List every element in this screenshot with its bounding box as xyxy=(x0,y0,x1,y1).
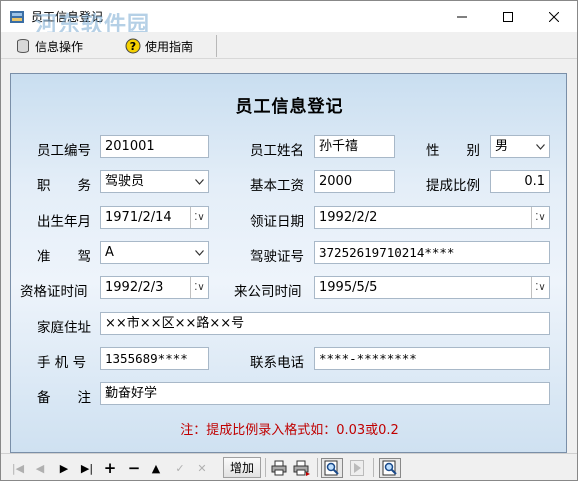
qualification-date-value: 1992/2/3 xyxy=(105,280,164,295)
employee-form-panel: 员工信息登记 员工编号 201001 员工姓名 孙千禧 性 别 男 职 务 驾驶… xyxy=(10,73,567,453)
birth-date-picker[interactable]: 1971/2/14 ⁚∨ xyxy=(100,206,209,229)
commission-rate-input[interactable]: 0.1 xyxy=(490,170,550,193)
join-date-picker[interactable]: 1995/5/5 ⁚∨ xyxy=(314,276,550,299)
label-license-class: 准 驾 xyxy=(37,249,91,265)
toolbar-separator xyxy=(265,458,266,477)
form-title: 员工信息登记 xyxy=(235,97,344,117)
preview-icon[interactable] xyxy=(321,458,343,478)
delete-record-icon[interactable]: − xyxy=(125,458,143,478)
menu-user-guide[interactable]: ? 使用指南 xyxy=(125,36,193,56)
label-address: 家庭住址 xyxy=(37,320,91,336)
label-mobile: 手 机 号 xyxy=(37,355,87,371)
last-record-icon[interactable]: ▶| xyxy=(77,458,97,478)
label-join-date: 来公司时间 xyxy=(234,284,302,300)
name-input[interactable]: 孙千禧 xyxy=(314,135,395,158)
menu-user-guide-label: 使用指南 xyxy=(145,39,194,54)
label-license-no: 驾驶证号 xyxy=(250,249,304,265)
birth-date-value: 1971/2/14 xyxy=(105,210,172,225)
prev-record-icon[interactable]: ◀ xyxy=(31,458,49,478)
date-spinner-icon[interactable]: ⁚∨ xyxy=(190,207,208,228)
minimize-button[interactable] xyxy=(439,1,485,32)
first-record-icon[interactable]: |◀ xyxy=(9,458,27,478)
date-spinner-icon[interactable]: ⁚∨ xyxy=(190,277,208,298)
label-license-date: 领证日期 xyxy=(250,214,304,230)
chevron-down-icon[interactable] xyxy=(190,242,208,263)
license-class-value: A xyxy=(105,245,114,260)
menu-separator xyxy=(216,35,217,57)
help-icon: ? xyxy=(125,38,141,54)
insert-record-icon[interactable]: + xyxy=(101,458,119,478)
base-salary-input[interactable]: 2000 xyxy=(314,170,395,193)
search-icon[interactable] xyxy=(379,458,401,478)
toolbar-separator xyxy=(373,458,374,477)
label-gender: 性 别 xyxy=(426,143,480,159)
toolbar-separator xyxy=(317,458,318,477)
menu-info-operations-label: 信息操作 xyxy=(35,39,84,54)
close-button[interactable] xyxy=(531,1,577,32)
label-name: 员工姓名 xyxy=(250,143,304,159)
emp-no-input[interactable]: 201001 xyxy=(100,135,209,158)
mobile-input[interactable]: 1355689**** xyxy=(100,347,209,370)
label-remark: 备 注 xyxy=(37,390,91,406)
window-title: 员工信息登记 xyxy=(31,10,104,24)
label-position: 职 务 xyxy=(37,178,91,194)
app-icon xyxy=(10,11,24,23)
app-window: 员工信息登记 河东软件园 www.pc0359.cn 信息操作 ? 使用指南 xyxy=(0,0,578,481)
title-bar: 员工信息登记 xyxy=(1,1,577,32)
next-record-icon[interactable]: ▶ xyxy=(55,458,73,478)
license-no-input[interactable]: 37252619710214**** xyxy=(314,241,550,264)
print-setup-icon[interactable] xyxy=(291,458,313,478)
cancel-record-icon[interactable]: ✕ xyxy=(193,458,211,478)
license-class-select[interactable]: A xyxy=(100,241,209,264)
join-date-value: 1995/5/5 xyxy=(319,280,378,295)
maximize-icon xyxy=(503,11,513,22)
chevron-down-icon[interactable] xyxy=(531,136,549,157)
date-spinner-icon[interactable]: ⁚∨ xyxy=(531,207,549,228)
chevron-down-icon[interactable] xyxy=(190,171,208,192)
post-record-icon[interactable]: ✓ xyxy=(171,458,189,478)
add-button[interactable]: 增加 xyxy=(223,457,261,478)
play-icon[interactable] xyxy=(347,458,367,478)
license-date-picker[interactable]: 1992/2/2 ⁚∨ xyxy=(314,206,550,229)
gender-value: 男 xyxy=(495,139,509,154)
format-note: 注：提成比例录入格式如：0.03或0.2 xyxy=(180,423,399,438)
date-spinner-icon[interactable]: ⁚∨ xyxy=(531,277,549,298)
label-birth-date: 出生年月 xyxy=(37,214,91,230)
address-input[interactable]: ××市××区××路××号 xyxy=(100,312,550,335)
label-commission-rate: 提成比例 xyxy=(426,178,480,194)
edit-record-icon[interactable]: ▲ xyxy=(147,458,165,478)
print-icon[interactable] xyxy=(269,458,289,478)
license-date-value: 1992/2/2 xyxy=(319,210,378,225)
menu-bar: 信息操作 ? 使用指南 xyxy=(1,32,577,59)
qualification-date-picker[interactable]: 1992/2/3 ⁚∨ xyxy=(100,276,209,299)
minimize-icon xyxy=(457,16,467,17)
label-qualification-date: 资格证时间 xyxy=(20,284,88,300)
menu-info-operations[interactable]: 信息操作 xyxy=(15,36,83,56)
position-select[interactable]: 驾驶员 xyxy=(100,170,209,193)
database-icon xyxy=(17,39,29,53)
navigation-toolbar: |◀ ◀ ▶ ▶| + − ▲ ✓ ✕ 增加 xyxy=(1,453,577,480)
svg-text:?: ? xyxy=(130,40,136,53)
label-phone: 联系电话 xyxy=(250,355,304,371)
label-base-salary: 基本工资 xyxy=(250,178,304,194)
label-emp-no: 员工编号 xyxy=(37,143,91,159)
maximize-button[interactable] xyxy=(485,1,531,32)
phone-input[interactable]: ****-******** xyxy=(314,347,550,370)
position-value: 驾驶员 xyxy=(105,174,145,189)
close-icon xyxy=(549,11,559,22)
gender-select[interactable]: 男 xyxy=(490,135,550,158)
remark-input[interactable]: 勤奋好学 xyxy=(100,382,550,405)
